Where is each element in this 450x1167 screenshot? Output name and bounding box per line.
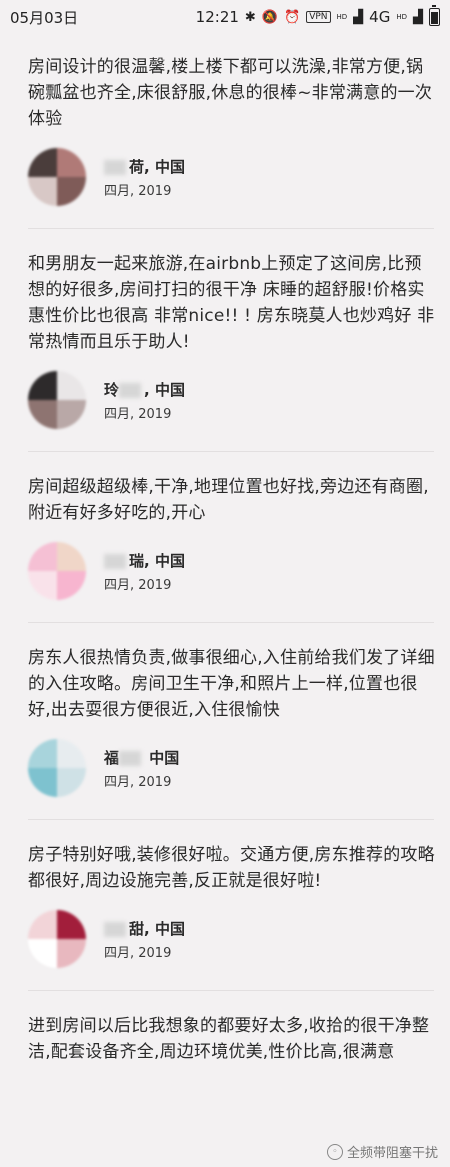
signal-icon: ▟: [353, 9, 364, 25]
reviewer-location: 中国: [154, 157, 185, 176]
status-date: 05月03日: [10, 8, 79, 27]
blurred-name: [119, 750, 142, 766]
blurred-name: [119, 382, 142, 398]
battery-icon: [429, 5, 440, 26]
reviewer: 甜, 中国 四月, 2019: [28, 910, 436, 968]
blurred-name: [104, 553, 126, 569]
avatar-mosaic-cell: [28, 768, 57, 797]
watermark-text: 全频带阻塞干扰: [346, 1146, 438, 1161]
avatar-mosaic-cell: [28, 739, 57, 768]
reviewer: 荷, 中国 四月, 2019: [28, 148, 436, 206]
avatar-mosaic-cell: [57, 371, 86, 400]
wechat-icon: ◦: [326, 1143, 343, 1160]
reviewer-name: 福 中国: [104, 747, 179, 768]
review-item: 房东人很热情负责,做事很细心,入住前给我们发了详细的入住攻略。房间卫生干净,和照…: [28, 623, 436, 797]
reviewer-name-part: 甜: [129, 919, 145, 938]
avatar[interactable]: [28, 371, 86, 429]
mute-icon: 🔕: [261, 9, 278, 25]
review-date: 四月, 2019: [104, 774, 172, 790]
review-text: 房间超级超级棒,干净,地理位置也好找,旁边还有商圈,附近有好多好吃的,开心: [28, 477, 429, 523]
reviewer-location: 中国: [154, 551, 185, 570]
review-item: 房间设计的很温馨,楼上楼下都可以洗澡,非常方便,锅碗瓢盆也齐全,床很舒服,休息的…: [28, 34, 436, 206]
reviewer-name-part: 瑞: [129, 551, 145, 570]
avatar-mosaic-cell: [57, 910, 86, 939]
avatar-mosaic-cell: [57, 400, 86, 429]
hd-label-2: HD: [396, 12, 407, 21]
reviewer-name: 瑞, 中国: [104, 550, 185, 571]
reviewer: 瑞, 中国 四月, 2019: [28, 542, 436, 600]
reviewer: 玲, 中国 四月, 2019: [28, 371, 436, 429]
avatar-mosaic-cell: [57, 739, 86, 768]
avatar-mosaic-cell: [28, 939, 57, 968]
avatar-mosaic-cell: [28, 571, 57, 600]
review-date: 四月, 2019: [104, 577, 172, 593]
blurred-name: [104, 159, 126, 175]
bluetooth-icon: ✱: [244, 9, 256, 25]
clock-time: 12:21: [195, 8, 239, 26]
review-item: 房间超级超级棒,干净,地理位置也好找,旁边还有商圈,附近有好多好吃的,开心 瑞,…: [28, 452, 436, 600]
blurred-name: [104, 921, 126, 937]
hd-label: HD: [336, 12, 348, 21]
reviewer-location: 中国: [149, 748, 180, 767]
avatar-mosaic-cell: [57, 542, 86, 571]
review-text: 房东人很热情负责,做事很细心,入住前给我们发了详细的入住攻略。房间卫生干净,和照…: [28, 648, 435, 720]
avatar-mosaic-cell: [28, 400, 57, 429]
review-date: 四月, 2019: [104, 183, 172, 199]
avatar-mosaic-cell: [57, 768, 86, 797]
review-text: 房子特别好哦,装修很好啦。交通方便,房东推荐的攻略都很好,周边设施完善,反正就是…: [28, 845, 435, 891]
avatar-mosaic-cell: [28, 371, 57, 400]
review-list: 房间设计的很温馨,楼上楼下都可以洗澡,非常方便,锅碗瓢盆也齐全,床很舒服,休息的…: [0, 34, 450, 1065]
status-bar: 05月03日 12:21 ✱ 🔕 ⏰ VPN HD ▟ 4G HD ▟: [0, 0, 450, 34]
reviewer-location: 中国: [154, 919, 185, 938]
review-date: 四月, 2019: [104, 406, 172, 422]
avatar-mosaic-cell: [57, 148, 86, 177]
reviewer-name: 玲, 中国: [104, 380, 185, 399]
avatar-mosaic-cell: [57, 939, 86, 968]
reviewer: 福 中国 四月, 2019: [28, 739, 436, 797]
reviewer-name-part: 玲: [104, 380, 120, 399]
reviewer-name: 荷, 中国: [104, 156, 185, 177]
review-item: 进到房间以后比我想象的都要好太多,收拾的很干净整洁,配套设备齐全,周边环境优美,…: [28, 991, 436, 1065]
avatar-mosaic-cell: [28, 148, 57, 177]
reviewer-location: 中国: [154, 380, 185, 399]
status-icons: 12:21 ✱ 🔕 ⏰ VPN HD ▟ 4G HD ▟: [195, 5, 440, 26]
watermark: ◦ 全频带阻塞干扰: [326, 1142, 438, 1161]
avatar-mosaic-cell: [28, 542, 57, 571]
avatar[interactable]: [28, 148, 86, 206]
reviewer-info: 福 中国 四月, 2019: [104, 747, 179, 790]
review-text: 房间设计的很温馨,楼上楼下都可以洗澡,非常方便,锅碗瓢盆也齐全,床很舒服,休息的…: [28, 57, 433, 129]
reviewer-name-part: 荷: [129, 157, 145, 176]
alarm-icon: ⏰: [284, 9, 301, 25]
review-item: 房子特别好哦,装修很好啦。交通方便,房东推荐的攻略都很好,周边设施完善,反正就是…: [28, 820, 436, 968]
review-text: 和男朋友一起来旅游,在airbnb上预定了这间房,比预想的好很多,房间打扫的很干…: [28, 254, 435, 352]
reviewer-info: 瑞, 中国 四月, 2019: [104, 550, 185, 593]
avatar[interactable]: [28, 910, 86, 968]
vpn-badge: VPN: [306, 11, 331, 23]
avatar[interactable]: [28, 739, 86, 797]
avatar-mosaic-cell: [57, 571, 86, 600]
reviewer-name: 甜, 中国: [104, 918, 185, 939]
review-item: 和男朋友一起来旅游,在airbnb上预定了这间房,比预想的好很多,房间打扫的很干…: [28, 229, 436, 429]
signal-icon-2: ▟: [413, 9, 423, 25]
reviewer-info: 甜, 中国 四月, 2019: [104, 918, 185, 961]
review-text: 进到房间以后比我想象的都要好太多,收拾的很干净整洁,配套设备齐全,周边环境优美,…: [28, 1016, 430, 1062]
network-type: 4G: [369, 8, 391, 26]
reviewer-info: 玲, 中国 四月, 2019: [104, 379, 185, 422]
avatar[interactable]: [28, 542, 86, 600]
reviewer-info: 荷, 中国 四月, 2019: [104, 156, 185, 199]
review-date: 四月, 2019: [104, 945, 172, 961]
reviewer-name-part: 福: [104, 748, 120, 767]
avatar-mosaic-cell: [28, 910, 57, 939]
avatar-mosaic-cell: [28, 177, 57, 206]
avatar-mosaic-cell: [57, 177, 86, 206]
